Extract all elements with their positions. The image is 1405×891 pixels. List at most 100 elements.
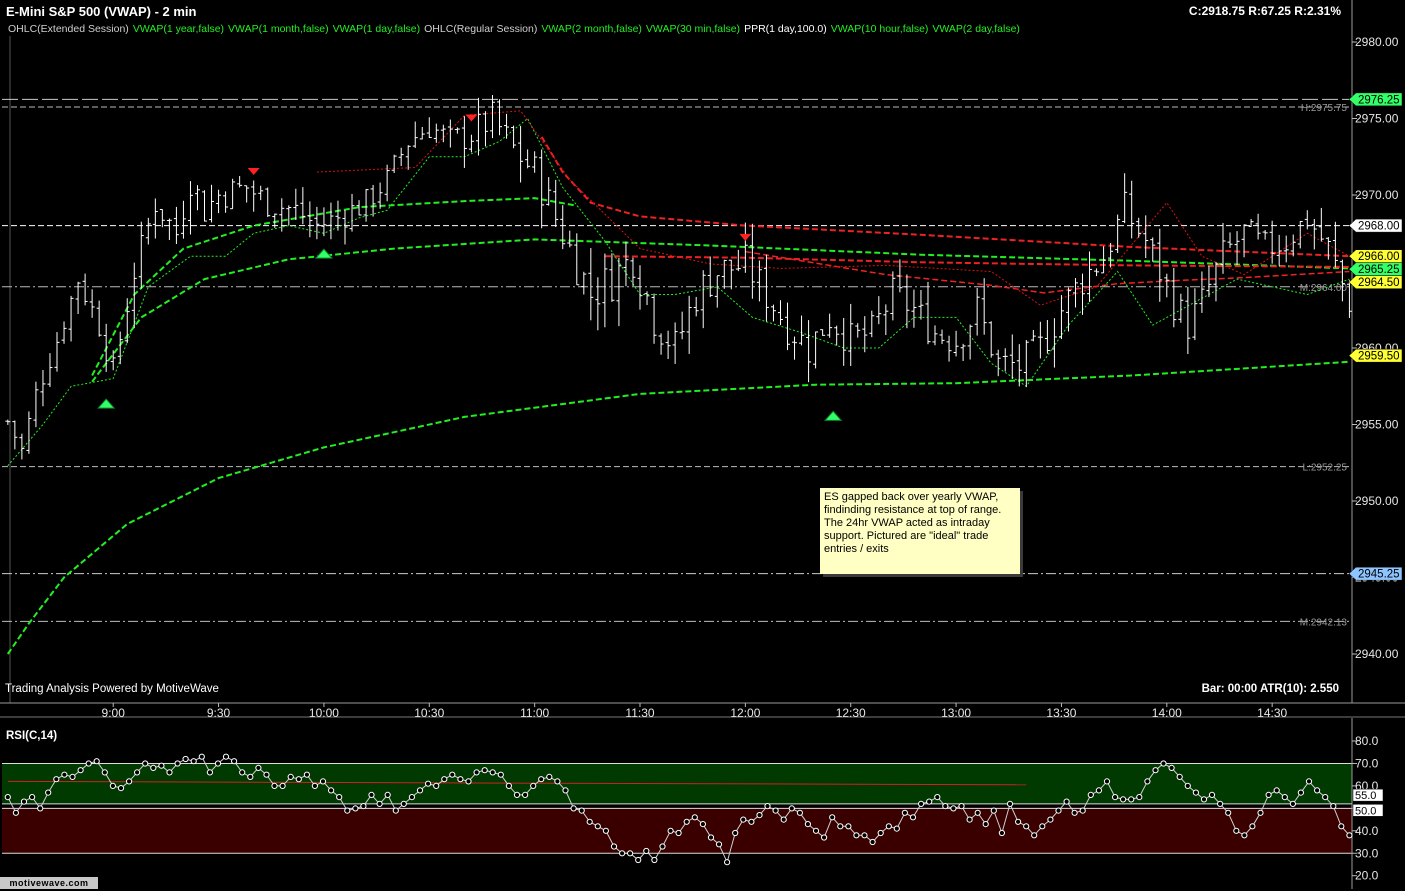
- rsi-point: [893, 825, 900, 832]
- rsi-point: [877, 829, 884, 837]
- rsi-point: [788, 805, 795, 812]
- rsi-point: [1289, 800, 1297, 808]
- rsi-point: [1031, 832, 1038, 839]
- rsi-point: [691, 814, 698, 821]
- rsi-point: [845, 823, 852, 830]
- rsi-point: [198, 753, 205, 760]
- rsi-point: [602, 827, 610, 834]
- rsi-point: [449, 771, 456, 778]
- rsi-point: [1200, 796, 1208, 803]
- rsi-point: [295, 776, 302, 783]
- x-tick-label: 10:30: [414, 706, 444, 720]
- price-tag: 2976.25: [1348, 92, 1403, 106]
- legend-item: PPR(1 day,100.0): [744, 23, 827, 35]
- price-tag-text: 2976.25: [1358, 94, 1400, 106]
- rsi-y-tick-label: 80.0: [1355, 734, 1379, 748]
- rsi-point: [958, 803, 965, 810]
- rsi-point: [885, 823, 892, 830]
- rsi-point: [117, 785, 125, 792]
- rsi-point: [522, 791, 529, 799]
- rsi-point: [732, 829, 739, 837]
- rsi-point: [182, 755, 189, 763]
- y-tick-label: 2975.00: [1355, 112, 1399, 126]
- price-tag-text: 2964.50: [1358, 277, 1400, 289]
- rsi-point: [263, 771, 270, 778]
- rsi-point: [61, 771, 68, 778]
- rsi-point: [707, 834, 715, 841]
- rsi-point: [699, 821, 707, 828]
- rsi-point: [457, 776, 464, 783]
- rsi-point: [901, 809, 909, 816]
- rsi-point: [643, 847, 650, 855]
- rsi-point: [45, 789, 52, 796]
- rsi-point: [271, 782, 278, 790]
- legend-item: VWAP(1 month,false): [228, 23, 329, 35]
- rsi-tag-text: 50.0: [1355, 805, 1376, 817]
- rsi-point: [562, 787, 569, 794]
- rsi-tag: 50.0: [1352, 804, 1384, 817]
- rsi-point: [764, 803, 771, 810]
- rsi-point: [756, 812, 763, 819]
- rsi-point: [869, 838, 876, 846]
- legend-item: VWAP(1 day,false): [332, 23, 421, 35]
- rsi-point: [174, 760, 181, 767]
- rsi-point: [1257, 809, 1264, 816]
- x-tick-label: 11:00: [520, 706, 549, 720]
- rsi-point: [1314, 787, 1321, 794]
- rsi-point: [12, 809, 19, 816]
- rsi-point: [796, 809, 804, 816]
- rsi-point: [344, 807, 351, 814]
- rsi-point: [1160, 760, 1167, 767]
- rsi-point: [1136, 794, 1143, 801]
- rsi-point: [570, 805, 577, 812]
- rsi-point: [942, 803, 949, 810]
- rsi-point: [222, 753, 230, 760]
- legend-item: VWAP(10 hour,false): [830, 23, 929, 35]
- rsi-point: [1120, 796, 1127, 803]
- rsi-point: [1071, 809, 1078, 816]
- rsi-title: RSI(C,14): [6, 730, 58, 742]
- x-tick-label: 13:30: [1046, 706, 1076, 720]
- rsi-point: [853, 832, 860, 839]
- price-tag-text: 2968.00: [1358, 221, 1400, 233]
- x-tick-label: 12:30: [836, 706, 866, 720]
- rsi-point: [20, 798, 28, 805]
- rsi-pane: 20.030.040.050.060.070.080.055.050.0: [2, 718, 1384, 889]
- rsi-point: [829, 814, 836, 821]
- legend-item: VWAP(2 month,false): [541, 23, 642, 35]
- rsi-point: [93, 758, 100, 765]
- rsi-point: [279, 782, 286, 790]
- legend-item: OHLC(Regular Session): [424, 23, 538, 35]
- annotation-note[interactable]: ES gapped back over yearly VWAP, findind…: [820, 488, 1020, 574]
- rsi-point: [85, 760, 92, 767]
- x-tick-label: 12:00: [730, 706, 760, 720]
- level-label: M:2942.13: [1300, 617, 1348, 628]
- price-tag-text: 2945.25: [1358, 569, 1400, 581]
- rsi-point: [425, 780, 432, 787]
- x-tick-label: 14:00: [1152, 706, 1182, 720]
- rsi-point: [578, 807, 585, 814]
- rsi-point: [247, 773, 254, 781]
- rsi-point: [950, 805, 957, 812]
- price-tag-text: 2965.25: [1358, 264, 1400, 276]
- rsi-point: [1103, 778, 1111, 785]
- rsi-point: [546, 773, 553, 781]
- x-tick-label: 13:00: [941, 706, 971, 720]
- rsi-point: [481, 767, 488, 774]
- rsi-point: [433, 782, 440, 790]
- rsi-point: [683, 818, 690, 825]
- rsi-point: [1265, 791, 1272, 799]
- level-label: L:2952.25: [1303, 463, 1348, 474]
- rsi-point: [28, 794, 36, 801]
- rsi-point: [974, 809, 981, 816]
- rsi-point: [408, 794, 415, 801]
- bar-info: Bar: 00:00 ATR(10): 2.550: [1201, 683, 1339, 695]
- rsi-point: [190, 758, 197, 765]
- rsi-point: [1217, 800, 1224, 808]
- price-tag: 2945.25: [1348, 566, 1403, 581]
- y-tick-label: 2970.00: [1355, 188, 1399, 202]
- rsi-point: [303, 771, 310, 778]
- rsi-point: [384, 791, 391, 799]
- rsi-y-tick-label: 40.0: [1355, 824, 1379, 838]
- rsi-point: [530, 782, 537, 790]
